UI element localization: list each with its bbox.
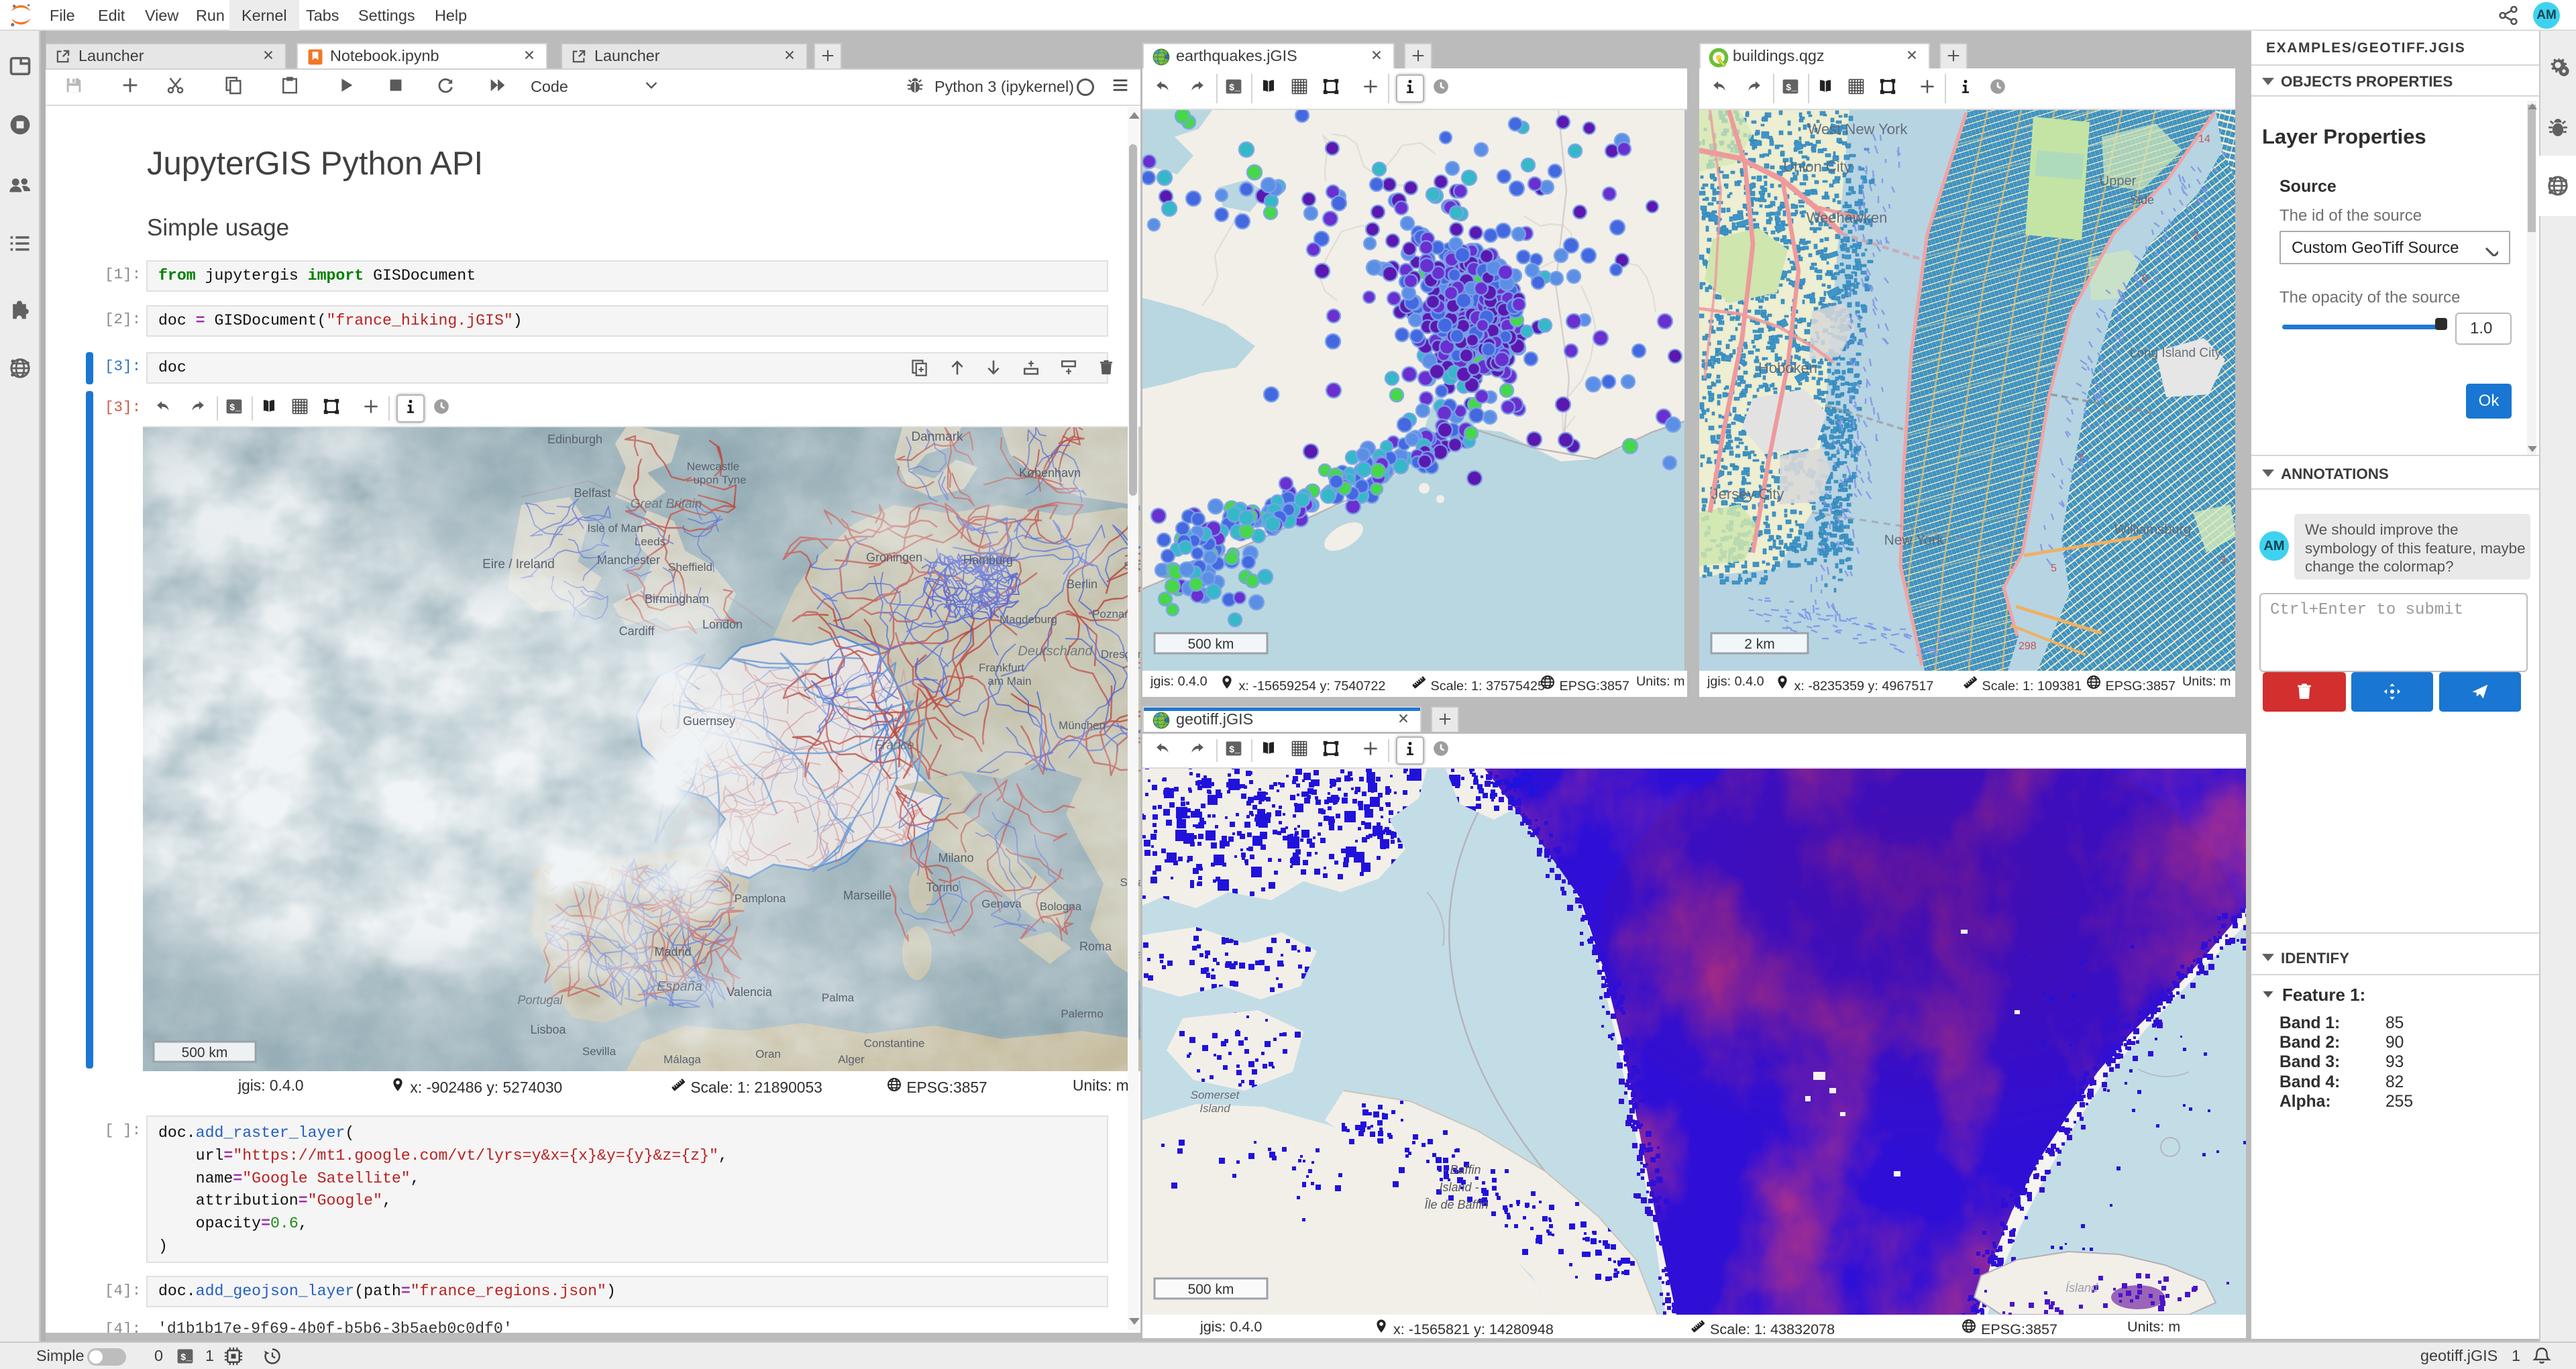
svg-text:Edinburgh: Edinburgh (547, 433, 602, 446)
svg-text:500 km: 500 km (182, 1045, 228, 1060)
svg-text:$_: $_ (1229, 745, 1240, 755)
svg-text:$_: $_ (180, 1352, 192, 1363)
svg-text:14: 14 (2198, 133, 2210, 145)
svg-text:Isle of Man: Isle of Man (587, 522, 643, 535)
svg-text:2: 2 (2193, 230, 2199, 241)
svg-text:Island: Island (1199, 1102, 1230, 1115)
svg-text:Valencia: Valencia (727, 985, 773, 999)
svg-text:Jersey City: Jersey City (1711, 486, 1784, 502)
svg-text:Manchester: Manchester (597, 553, 660, 567)
svg-text:Union City: Union City (1783, 158, 1851, 175)
svg-text:France: France (874, 738, 914, 753)
svg-text:Alger: Alger (838, 1053, 865, 1066)
svg-text:$_: $_ (1229, 83, 1240, 93)
svg-text:Sheffield: Sheffield (668, 561, 712, 573)
svg-text:2 km: 2 km (1744, 637, 1775, 652)
svg-text:Pamplona: Pamplona (735, 892, 786, 905)
svg-text:3: 3 (2220, 555, 2226, 566)
svg-text:$_: $_ (229, 402, 241, 413)
svg-text:Milano: Milano (938, 851, 973, 865)
svg-text:500 km: 500 km (1188, 637, 1234, 652)
svg-text:Málaga: Málaga (663, 1053, 701, 1066)
svg-text:Palma: Palma (822, 991, 855, 1004)
svg-text:Oran: Oran (755, 1048, 781, 1060)
svg-text:München: München (1059, 719, 1106, 732)
svg-text:København: København (1019, 466, 1081, 480)
svg-text:Ísland: Ísland (2065, 1281, 2098, 1295)
svg-text:298: 298 (2019, 641, 2037, 652)
svg-text:Roma: Roma (1079, 940, 1112, 953)
svg-text:Long Island City: Long Island City (2130, 346, 2222, 360)
svg-text:Île de Baffin: Île de Baffin (1424, 1198, 1488, 1211)
svg-text:7: 7 (2078, 453, 2084, 464)
svg-text:Island -: Island - (1439, 1181, 1479, 1194)
svg-text:Guernsey: Guernsey (683, 714, 735, 728)
svg-text:Portugal: Portugal (517, 993, 563, 1007)
svg-text:Groningen: Groningen (866, 551, 922, 564)
svg-text:Constantine: Constantine (864, 1037, 925, 1050)
svg-text:- Baffin: - Baffin (1442, 1163, 1481, 1176)
svg-text:Side: Side (2130, 193, 2154, 207)
svg-text:Lisboa: Lisboa (530, 1023, 566, 1036)
svg-text:Birmingham: Birmingham (645, 592, 709, 606)
svg-text:Somerset: Somerset (1191, 1089, 1240, 1101)
svg-text:Sevilla: Sevilla (582, 1045, 616, 1058)
svg-text:London: London (702, 618, 743, 631)
svg-text:Eire / Ireland: Eire / Ireland (482, 557, 555, 571)
svg-text:Hamburg: Hamburg (963, 553, 1013, 567)
svg-text:am Main: am Main (987, 675, 1031, 688)
svg-text:Deutschland: Deutschland (1018, 644, 1093, 659)
svg-text:Leeds: Leeds (635, 535, 665, 548)
svg-text:Danmark: Danmark (911, 430, 963, 444)
svg-text:500 km: 500 km (1188, 1282, 1234, 1297)
svg-text:Bologna: Bologna (1040, 900, 1082, 913)
svg-text:Williamsburg: Williamsburg (2114, 523, 2191, 537)
svg-text:upon Tyne: upon Tyne (693, 474, 746, 486)
svg-text:0: 0 (2142, 273, 2148, 284)
svg-text:Newcastle: Newcastle (687, 460, 739, 473)
svg-text:Marseille: Marseille (843, 889, 892, 902)
svg-text:Berlin: Berlin (1067, 578, 1097, 591)
svg-text:Madrid: Madrid (654, 945, 691, 959)
svg-text:Torino: Torino (926, 881, 959, 894)
svg-text:Cardiff: Cardiff (619, 624, 655, 638)
svg-text:España: España (657, 979, 702, 994)
svg-text:Belfast: Belfast (574, 486, 610, 500)
svg-text:Hoboken: Hoboken (1758, 360, 1817, 376)
svg-text:Genova: Genova (981, 897, 1022, 910)
svg-text:Frankfurt: Frankfurt (979, 661, 1024, 674)
svg-text:New York: New York (1884, 533, 1944, 548)
svg-text:Palermo: Palermo (1061, 1007, 1103, 1020)
svg-text:5: 5 (2051, 563, 2057, 574)
svg-text:$_: $_ (1786, 83, 1797, 93)
svg-text:Magdeburg: Magdeburg (1000, 613, 1057, 626)
svg-text:Poznań: Poznań (1092, 608, 1131, 620)
svg-text:West New York: West New York (1808, 121, 1909, 138)
svg-text:Weehawken: Weehawken (1807, 209, 1888, 226)
svg-text:Upper: Upper (2100, 174, 2137, 188)
svg-text:Great Britain: Great Britain (631, 497, 702, 511)
